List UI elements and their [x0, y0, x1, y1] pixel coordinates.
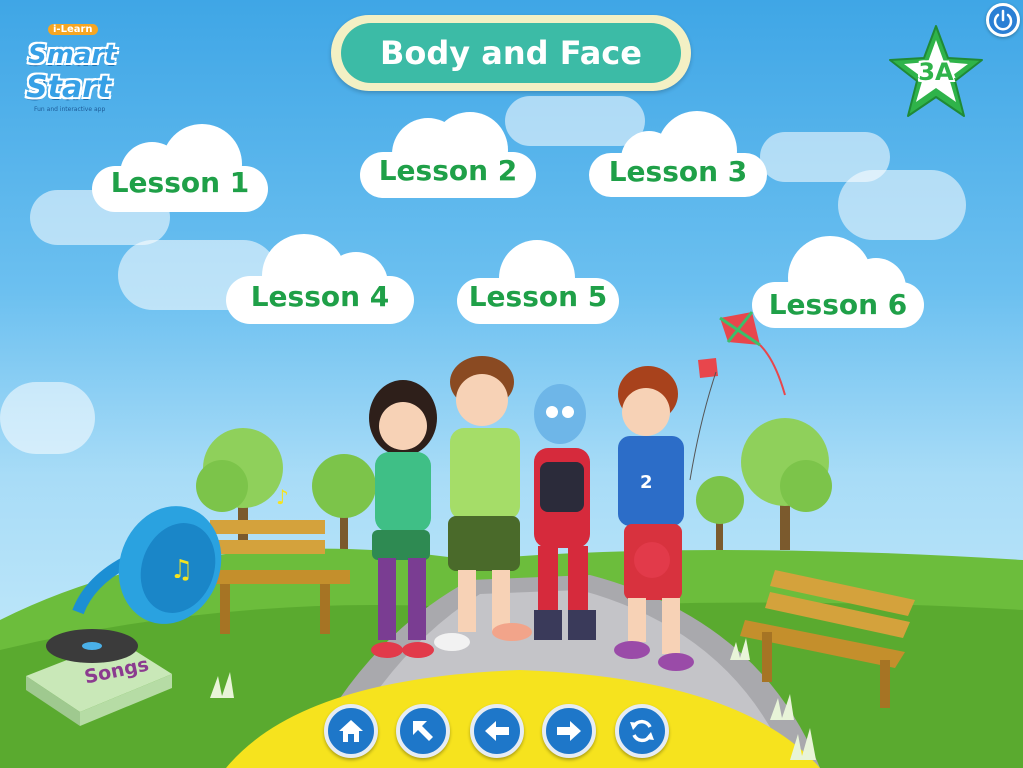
logo-brand: i-Learn: [48, 24, 98, 35]
logo-tagline: Fun and interactive app: [34, 106, 106, 113]
home-button[interactable]: [324, 704, 378, 758]
svg-text:♫: ♫: [170, 555, 193, 585]
app-logo: i-Learn Smart Start Fun and interactive …: [22, 22, 126, 114]
lesson-5-button[interactable]: Lesson 5: [455, 236, 621, 326]
lesson-label: Lesson 1: [110, 166, 250, 199]
logo-word-smart: Smart: [28, 40, 117, 70]
logo-word-start: Start: [26, 70, 112, 105]
arrow-up-left-icon: [413, 721, 433, 741]
refresh-button[interactable]: [615, 704, 669, 758]
lesson-1-button[interactable]: Lesson 1: [90, 122, 270, 214]
refresh-icon: [630, 719, 654, 743]
lesson-label: Lesson 6: [768, 288, 908, 321]
previous-button[interactable]: [470, 704, 524, 758]
tree: [741, 418, 832, 550]
lesson-label: Lesson 3: [608, 155, 748, 188]
next-button[interactable]: [542, 704, 596, 758]
back-to-menu-button[interactable]: [396, 704, 450, 758]
unit-title-banner: Body and Face: [331, 15, 691, 91]
tree: [696, 476, 744, 550]
level-label: 3A: [918, 58, 954, 86]
lesson-label: Lesson 5: [468, 280, 608, 313]
tree: [312, 454, 376, 550]
page-title: Body and Face: [341, 23, 681, 83]
lesson-label: Lesson 4: [250, 280, 390, 313]
lesson-3-button[interactable]: Lesson 3: [587, 107, 769, 199]
lesson-label: Lesson 2: [378, 154, 518, 187]
lesson-6-button[interactable]: Lesson 6: [750, 226, 926, 330]
lesson-2-button[interactable]: Lesson 2: [358, 108, 538, 200]
home-icon: [339, 720, 363, 742]
power-button[interactable]: [986, 3, 1020, 37]
svg-text:2: 2: [640, 472, 653, 493]
level-badge: 3A: [884, 22, 988, 122]
svg-text:♪: ♪: [276, 485, 289, 509]
lesson-4-button[interactable]: Lesson 4: [224, 228, 416, 326]
power-icon: [993, 9, 1013, 31]
arrow-left-icon: [485, 721, 509, 741]
arrow-right-icon: [557, 721, 581, 741]
